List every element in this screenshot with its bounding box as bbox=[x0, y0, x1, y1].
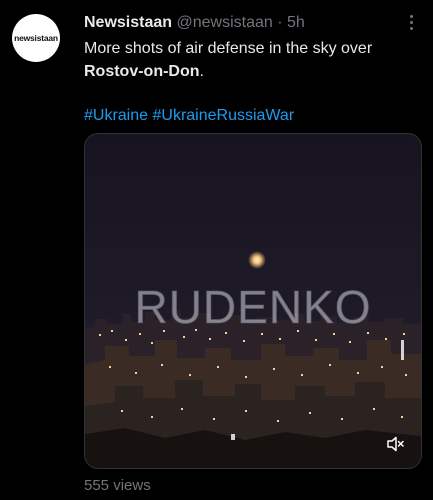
speaker-muted-icon[interactable] bbox=[385, 434, 405, 454]
video-watermark: RUDENKO bbox=[134, 281, 372, 334]
tweet-text-part1: More shots of air defense in the sky ove… bbox=[84, 40, 373, 57]
more-options-icon[interactable] bbox=[402, 10, 420, 34]
avatar-label: newsistaan bbox=[14, 33, 58, 43]
tweet-text-bold: Rostov-on-Don bbox=[84, 63, 200, 80]
air-defense-flash bbox=[248, 251, 266, 269]
hashtag-ukraine-russia-war[interactable]: #UkraineRussiaWar bbox=[152, 107, 294, 124]
video-player[interactable]: RUDENKO bbox=[84, 133, 422, 469]
tweet-text-part2: . bbox=[199, 63, 204, 80]
tweet-text: More shots of air defense in the sky ove… bbox=[84, 37, 414, 83]
tweet-header: Newsistaan @newsistaan · 5h bbox=[84, 13, 305, 33]
timestamp[interactable]: 5h bbox=[287, 14, 305, 31]
hashtag-ukraine[interactable]: #Ukraine bbox=[84, 107, 148, 124]
avatar[interactable]: newsistaan bbox=[12, 14, 60, 62]
separator-dot: · bbox=[277, 14, 283, 31]
view-count: 555 views bbox=[84, 477, 151, 494]
user-handle[interactable]: @newsistaan bbox=[177, 14, 273, 31]
hashtags: #Ukraine #UkraineRussiaWar bbox=[84, 104, 294, 127]
display-name[interactable]: Newsistaan bbox=[84, 14, 172, 31]
